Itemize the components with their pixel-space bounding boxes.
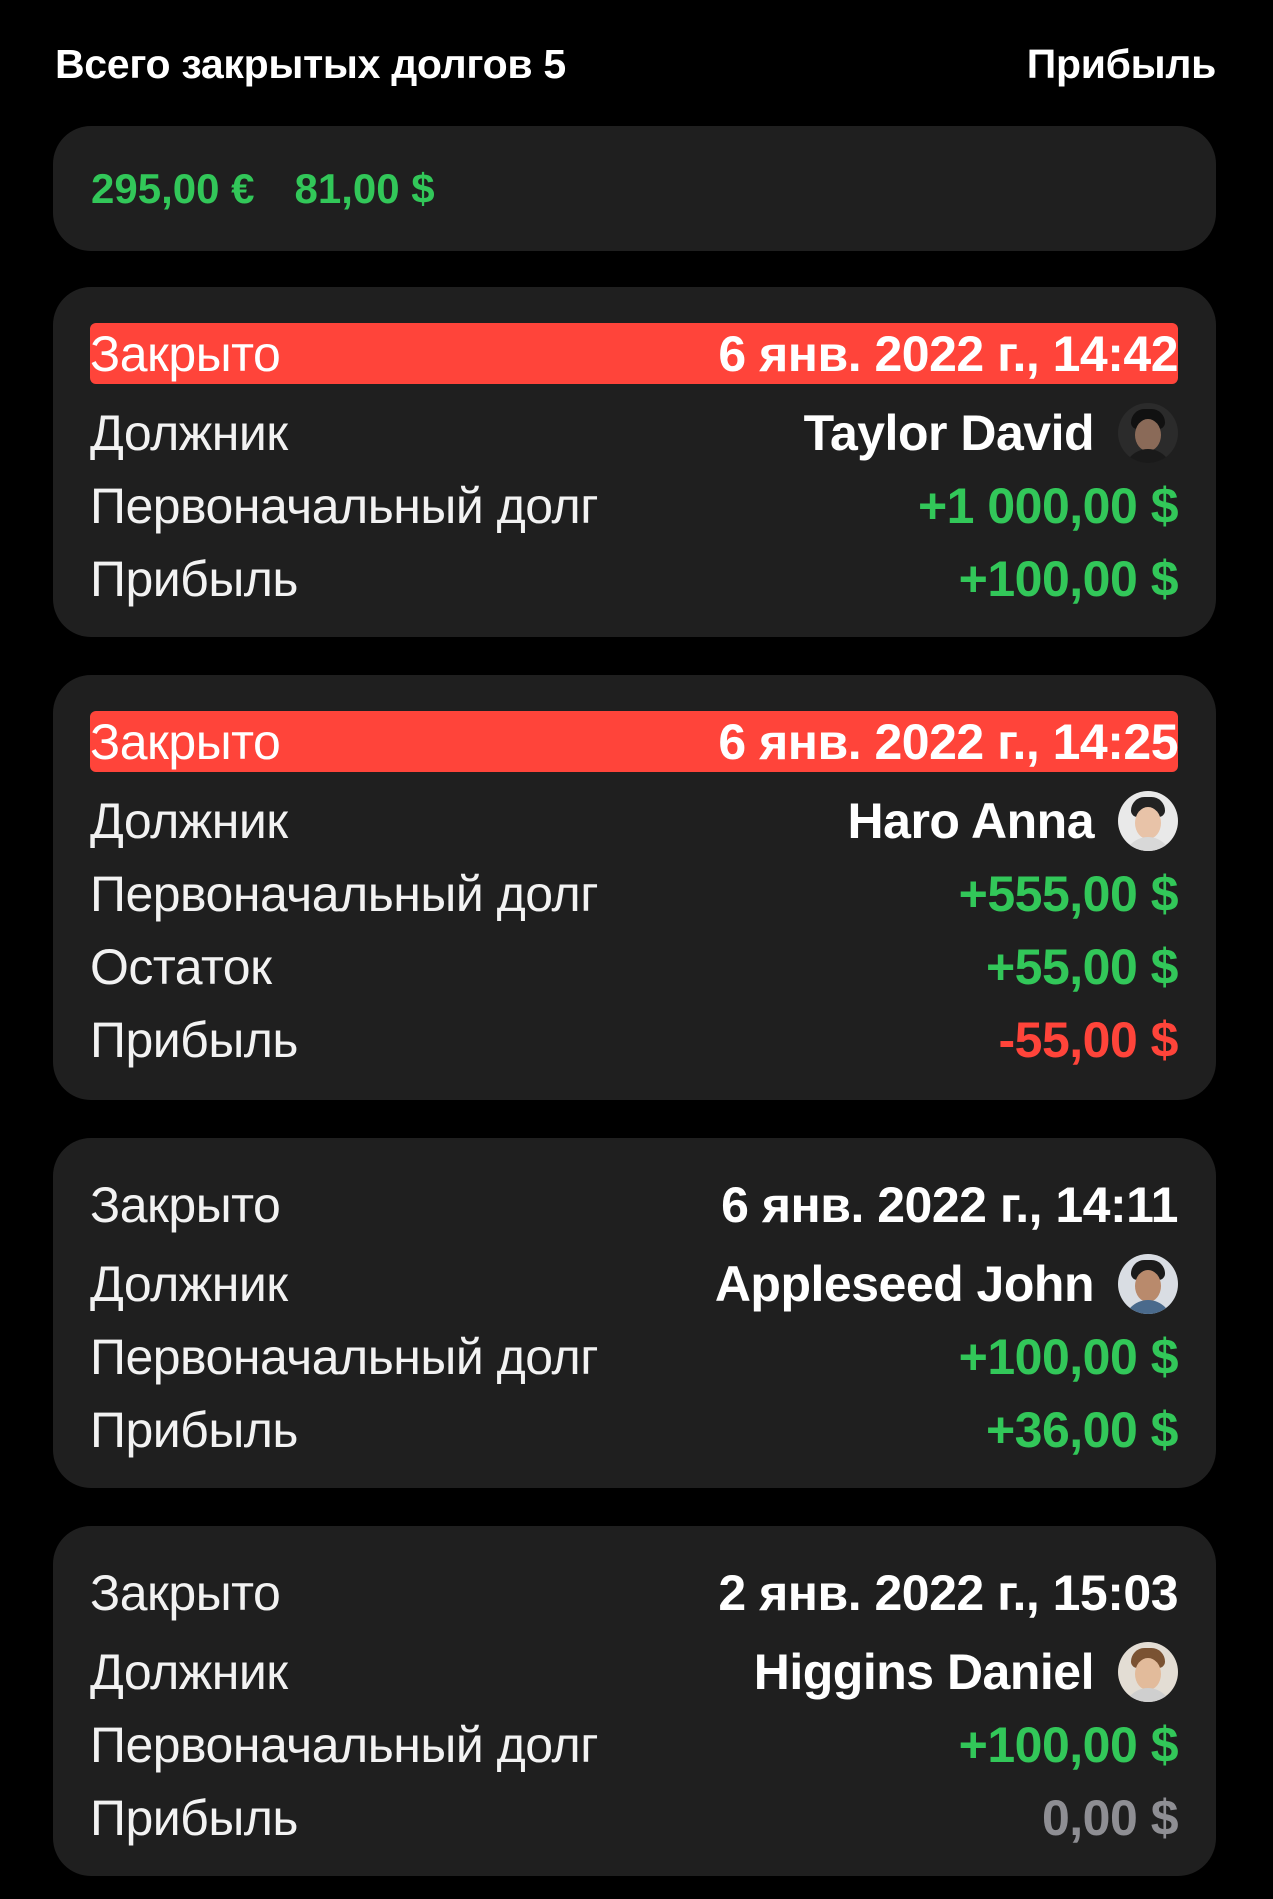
profit-value: +100,00 $ [958, 550, 1179, 607]
debtor-name: Haro Anna [847, 792, 1095, 849]
debt-card[interactable]: Закрыто 6 янв. 2022 г., 14:42 Должник Ta… [53, 287, 1216, 637]
profit-label: Прибыль [90, 1011, 298, 1068]
closed-row: Закрыто 6 янв. 2022 г., 14:42 [90, 323, 1178, 384]
profit-row: Прибыль +100,00 $ [90, 542, 1179, 615]
debtor-name: Taylor David [803, 404, 1095, 461]
summary-amount-eur: 295,00 € [91, 164, 255, 212]
header: Всего закрытых долгов 5 Прибыль [55, 36, 1216, 92]
closed-date: 6 янв. 2022 г., 14:11 [721, 1176, 1178, 1233]
debtor-label: Должник [90, 792, 288, 849]
closed-date: 6 янв. 2022 г., 14:42 [718, 325, 1178, 382]
debtor-row: Должник Appleseed John [90, 1247, 1178, 1320]
person-light-avatar-icon [1118, 790, 1178, 851]
debtor-value: Haro Anna [847, 790, 1178, 851]
debtor-value: Higgins Daniel [753, 1641, 1178, 1702]
profit-value: 0,00 $ [1041, 1789, 1179, 1846]
remainder-label: Остаток [90, 938, 272, 995]
debtor-value: Appleseed John [714, 1253, 1178, 1314]
debtor-row: Должник Haro Anna [90, 784, 1178, 857]
debtor-label: Должник [90, 404, 288, 461]
initial-debt-row: Первоначальный долг +1 000,00 $ [90, 469, 1179, 542]
profit-value: -55,00 $ [998, 1011, 1179, 1068]
closed-row: Закрыто 6 янв. 2022 г., 14:11 [90, 1174, 1178, 1235]
profit-row: Прибыль 0,00 $ [90, 1781, 1179, 1854]
initial-debt-value: +100,00 $ [958, 1716, 1179, 1773]
person-bearded-avatar-icon [1118, 1253, 1178, 1314]
initial-debt-label: Первоначальный долг [90, 477, 598, 534]
debtor-label: Должник [90, 1643, 288, 1700]
debt-card[interactable]: Закрыто 2 янв. 2022 г., 15:03 Должник Hi… [53, 1526, 1216, 1876]
initial-debt-label: Первоначальный долг [90, 1716, 598, 1773]
profit-header-label[interactable]: Прибыль [1027, 41, 1217, 88]
profit-row: Прибыль +36,00 $ [90, 1393, 1179, 1466]
remainder-value: +55,00 $ [985, 938, 1179, 995]
remainder-row: Остаток +55,00 $ [90, 930, 1179, 1003]
debtor-name: Higgins Daniel [753, 1643, 1095, 1700]
debtor-row: Должник Taylor David [90, 396, 1178, 469]
debt-card[interactable]: Закрыто 6 янв. 2022 г., 14:11 Должник Ap… [53, 1138, 1216, 1488]
debtor-row: Должник Higgins Daniel [90, 1635, 1178, 1708]
closed-label: Закрыто [90, 325, 281, 382]
profit-label: Прибыль [90, 550, 298, 607]
page-title: Всего закрытых долгов 5 [55, 40, 566, 87]
closed-row: Закрыто 2 янв. 2022 г., 15:03 [90, 1562, 1178, 1623]
debtor-label: Должник [90, 1255, 288, 1312]
initial-debt-value: +100,00 $ [958, 1328, 1179, 1385]
person-dark-avatar-icon [1118, 402, 1178, 463]
initial-debt-value: +555,00 $ [958, 865, 1179, 922]
debt-card[interactable]: Закрыто 6 янв. 2022 г., 14:25 Должник Ha… [53, 675, 1216, 1100]
profit-value: +36,00 $ [985, 1401, 1179, 1458]
closed-date: 2 янв. 2022 г., 15:03 [718, 1564, 1178, 1621]
profit-summary-card: 295,00 € 81,00 $ [53, 126, 1216, 251]
initial-debt-label: Первоначальный долг [90, 1328, 598, 1385]
profit-label: Прибыль [90, 1401, 298, 1458]
profit-row: Прибыль -55,00 $ [90, 1003, 1179, 1076]
initial-debt-value: +1 000,00 $ [917, 477, 1179, 534]
debtor-name: Appleseed John [714, 1255, 1095, 1312]
summary-amount-usd: 81,00 $ [294, 164, 435, 212]
person-curly-avatar-icon [1118, 1641, 1178, 1702]
closed-label: Закрыто [90, 1564, 281, 1621]
closed-label: Закрыто [90, 713, 281, 770]
closed-date: 6 янв. 2022 г., 14:25 [718, 713, 1178, 770]
profit-label: Прибыль [90, 1789, 298, 1846]
initial-debt-row: Первоначальный долг +100,00 $ [90, 1320, 1179, 1393]
initial-debt-row: Первоначальный долг +100,00 $ [90, 1708, 1179, 1781]
closed-row: Закрыто 6 янв. 2022 г., 14:25 [90, 711, 1178, 772]
initial-debt-row: Первоначальный долг +555,00 $ [90, 857, 1179, 930]
closed-label: Закрыто [90, 1176, 281, 1233]
debtor-value: Taylor David [803, 402, 1178, 463]
initial-debt-label: Первоначальный долг [90, 865, 598, 922]
